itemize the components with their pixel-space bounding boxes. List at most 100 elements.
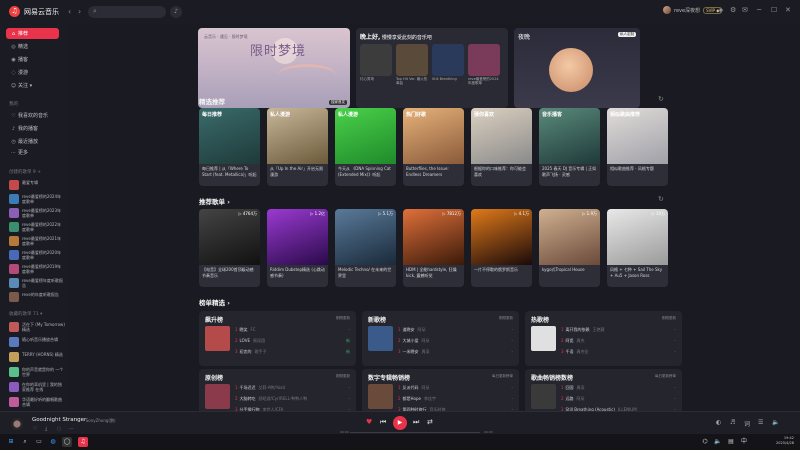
voice-search-button[interactable]: ♪	[170, 6, 182, 18]
chart-list[interactable]: 热歌榜 刚刚更新 1 离开我的依赖 王艳薇 - 2 阿瓷 周杰 - 3 千语 周杰伦 -	[525, 311, 682, 366]
selected-card[interactable]: 每日推荐 每日推荐 | 从「Where To Start (feat. Metal…	[199, 108, 260, 186]
sidebar-item-follow[interactable]: ☺ 关注 ▾	[6, 80, 59, 91]
sidebar-item-podcast[interactable]: ◉ 播客	[6, 54, 59, 65]
chart-title[interactable]: 数字专辑畅销榜	[368, 373, 410, 382]
sidebar-item-featured[interactable]: ◎ 精选	[6, 41, 59, 52]
playlist-card[interactable]: ▷ 1.2亿 Riddim Dubstep精选 (心跳动感节奏)	[267, 209, 328, 287]
chart-row[interactable]: 2 都是Hope 李佳宇 -	[398, 396, 513, 402]
collected-playlists-heading[interactable]: 收藏的歌单 71 ▾	[9, 311, 42, 317]
sound-effect-icon[interactable]: ♬	[730, 419, 735, 426]
theme-icon[interactable]: ◈	[718, 6, 723, 14]
system-clock[interactable]: 19:42 2025/4/28	[776, 436, 794, 446]
tonight-card[interactable]	[432, 44, 464, 76]
user-area[interactable]: reve深夜想 SVIP ◆	[663, 6, 723, 14]
next-icon[interactable]: ⏭	[413, 418, 419, 427]
like-song-icon[interactable]: ♥	[366, 418, 372, 426]
chart-cover[interactable]	[205, 384, 230, 409]
quality-icon[interactable]: ◐	[716, 419, 721, 426]
chart-row[interactable]: 1 反派代码 阿朵 -	[398, 385, 513, 391]
playlist-card[interactable]: ▷ 10万 风格 + 七种 + Sail The Sky + Au5 + Jaso…	[607, 209, 668, 287]
chart-list[interactable]: 歌曲畅销榜数榜 每日更新榜单 1 回国 周深 -2 远路 阿朵 -3 Still Breathin…	[525, 369, 682, 411]
search-input[interactable]: ⌕	[88, 6, 166, 18]
maximize-icon[interactable]: ☐	[771, 6, 777, 14]
lyrics-icon[interactable]: 词	[744, 419, 750, 428]
playlist-card[interactable]: ▷ 1.9万 kygo式Tropical House	[539, 209, 600, 287]
now-playing-cover[interactable]	[9, 416, 25, 432]
notification-icon[interactable]: ▤	[726, 437, 736, 447]
netease-logo-icon[interactable]: ♫	[9, 6, 20, 17]
refresh-icon[interactable]: ↻	[658, 95, 664, 103]
comment-icon[interactable]: ◌	[57, 426, 61, 432]
selected-card[interactable]: 私人漫游 从「Up In the Air」开启无限漫游	[267, 108, 328, 186]
chart-cover[interactable]	[368, 384, 393, 409]
playlist-card[interactable]: ▷ 4.1万 一片不停歇的俄罗斯音乐	[471, 209, 532, 287]
chart-title[interactable]: 新歌榜	[368, 315, 386, 324]
selected-card[interactable]: 热门好歌 Butterflies, the Issue: Endless Drea…	[403, 108, 464, 186]
language-icon[interactable]: 中	[739, 437, 749, 447]
selected-card[interactable]: 音乐播客 2025 春天 DJ 音乐专辑 | 正如歌声飞扬 · 灵感	[539, 108, 600, 186]
forward-arrow-icon[interactable]: ›	[78, 7, 81, 16]
created-playlist-item[interactable]: reve最爱榜的2019年度歌单	[9, 262, 65, 275]
chart-row[interactable]: 2 大城小爱 阿朵 -	[398, 338, 513, 344]
collected-playlist-item[interactable]: 活在下 (My Tomorrow) 精选	[9, 320, 65, 333]
progress-bar[interactable]	[350, 432, 480, 433]
chart-title[interactable]: 原创榜	[205, 373, 223, 382]
chart-title[interactable]: 飙升榜	[205, 315, 223, 324]
playlist-icon[interactable]: ☰	[758, 419, 763, 426]
sidebar-item-recommend[interactable]: ⌂ 推荐	[6, 28, 59, 39]
shuffle-icon[interactable]: ⇄	[427, 418, 433, 426]
playlist-card[interactable]: ▷ 4764万 【电音】全球200首顶级动感节奏音乐	[199, 209, 260, 287]
sidebar-item-recent[interactable]: ◷ 最近播放	[6, 136, 59, 147]
tonight-card[interactable]	[396, 44, 428, 76]
selected-card[interactable]: 猜你喜欢 根据你的口味推荐：你可能会喜欢	[471, 108, 532, 186]
minimize-icon[interactable]: ─	[757, 6, 761, 14]
chart-row[interactable]: 2 阿瓷 周杰 -	[561, 338, 676, 344]
chart-row[interactable]: 2 远路 阿朵 -	[561, 396, 676, 402]
chart-cover[interactable]	[531, 384, 556, 409]
username[interactable]: reve深夜想	[674, 7, 700, 14]
chart-title[interactable]: 歌曲畅销榜数榜	[531, 373, 573, 382]
now-playing-title[interactable]: Goodnight Stranger	[32, 417, 86, 423]
chart-list[interactable]: 新歌榜 刚刚更新 1 道晚安 阿朵 -2 大城小爱 阿朵 -3 一米晚安 周深 -	[362, 311, 519, 366]
chart-cover[interactable]	[368, 326, 393, 351]
netease-music-taskbar-icon[interactable]: ♫	[78, 437, 88, 447]
created-playlist-item[interactable]: reve的年度听歌报告	[9, 290, 65, 303]
chart-row[interactable]: 1 离开我的依赖 王艳薇 -	[561, 327, 676, 333]
chart-cover[interactable]	[205, 326, 230, 351]
more-icon[interactable]: ⋯	[69, 426, 74, 432]
banner-night[interactable]: 夜晚 私人定制	[514, 28, 640, 108]
chart-row[interactable]: 2 LOVE 周深团 新	[235, 338, 350, 344]
created-playlist-item[interactable]: 最爱专辑	[9, 178, 65, 191]
play-button[interactable]: ▶	[393, 416, 407, 430]
back-arrow-icon[interactable]: ‹	[68, 7, 71, 16]
chart-row[interactable]: 1 道晚安 阿朵 -	[398, 327, 513, 333]
selected-card[interactable]: 私人漫游 今天从 《DNA Spinning Cat (Extended Mix)…	[335, 108, 396, 186]
chart-row[interactable]: 2 大脑转吃 舒昭游/Cyr/RELL·鸭鸭人鸭 -	[235, 396, 350, 402]
browser-icon[interactable]: ◍	[48, 437, 58, 447]
app-icon[interactable]: ◯	[62, 437, 72, 447]
chart-row[interactable]: 3 初恋的 歌手子 新	[235, 349, 350, 355]
chart-cover[interactable]	[531, 326, 556, 351]
created-playlist-item[interactable]: reve最爱榜年度听歌报告	[9, 276, 65, 289]
now-playing-artist[interactable]: - SonyZhong(鹏)	[83, 418, 116, 424]
avatar[interactable]	[663, 6, 671, 14]
speaker-icon[interactable]: 🔈	[713, 437, 723, 447]
chart-row[interactable]: 3 一米晚安 周深 -	[398, 349, 513, 355]
refresh-icon[interactable]: ↻	[658, 195, 664, 203]
chart-list[interactable]: 飙升榜 刚刚更新 1 晚笑 FC -2 LOVE 周深团新 3 初恋的 歌手子新	[199, 311, 356, 366]
like-icon[interactable]: ♡	[33, 426, 37, 432]
created-playlist-item[interactable]: reve最爱榜的2022年度歌单	[9, 220, 65, 233]
previous-icon[interactable]: ⏮	[380, 418, 386, 427]
playlist-card[interactable]: ▷ 5.1万 Melodic Techno/ 在未来的世界里	[335, 209, 396, 287]
created-playlist-item[interactable]: reve最爱榜的2020年度歌单	[9, 248, 65, 261]
created-playlist-item[interactable]: reve最爱榜的2023年度歌单	[9, 206, 65, 219]
collected-playlist-item[interactable]: 随心听音乐播放合辑	[9, 335, 65, 348]
settings-icon[interactable]: ⚙	[730, 6, 736, 14]
chart-list[interactable]: 原创榜 刚刚更新 1 千场迟迟 艾莉·A鸭/YoxU -2 大脑转吃 舒昭游/Cyr/RELL…	[199, 369, 356, 411]
mail-icon[interactable]: ✉	[742, 6, 748, 14]
download-icon[interactable]: ⤓	[45, 426, 47, 432]
created-playlist-item[interactable]: reve最爱榜的2024年度歌单	[9, 192, 65, 205]
section-title-playlists[interactable]: 推荐歌单 ›	[199, 196, 230, 206]
banner-tonight[interactable]: 晚上好, 慢慢享受此刻的音乐吧 灯心秀场 Top Hit Ver. 最火热单曲 …	[356, 28, 508, 108]
chart-row[interactable]: 1 千场迟迟 艾莉·A鸭/YoxU -	[235, 385, 350, 391]
